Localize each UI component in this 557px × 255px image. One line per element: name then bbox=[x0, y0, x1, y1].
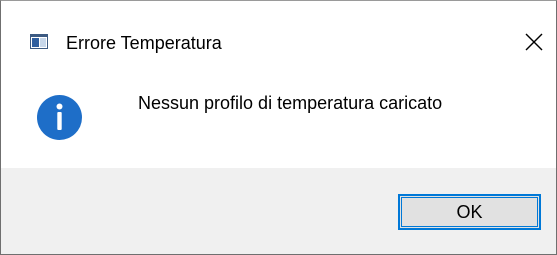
ok-button[interactable]: OK bbox=[398, 194, 541, 230]
ok-button-label: OK bbox=[456, 201, 483, 222]
info-icon bbox=[36, 94, 83, 141]
message-text: Nessun profilo di temperatura caricato bbox=[138, 93, 443, 113]
title-bar[interactable]: Errore Temperatura bbox=[1, 1, 556, 85]
message-dialog: Errore Temperatura Nessun profilo di tem… bbox=[0, 0, 557, 255]
window-app-icon bbox=[30, 34, 48, 49]
close-icon bbox=[524, 32, 544, 57]
close-button[interactable] bbox=[517, 27, 551, 61]
button-bar: OK bbox=[1, 168, 556, 254]
window-title: Errore Temperatura bbox=[66, 33, 222, 53]
message-area: Nessun profilo di temperatura caricato bbox=[1, 85, 556, 168]
